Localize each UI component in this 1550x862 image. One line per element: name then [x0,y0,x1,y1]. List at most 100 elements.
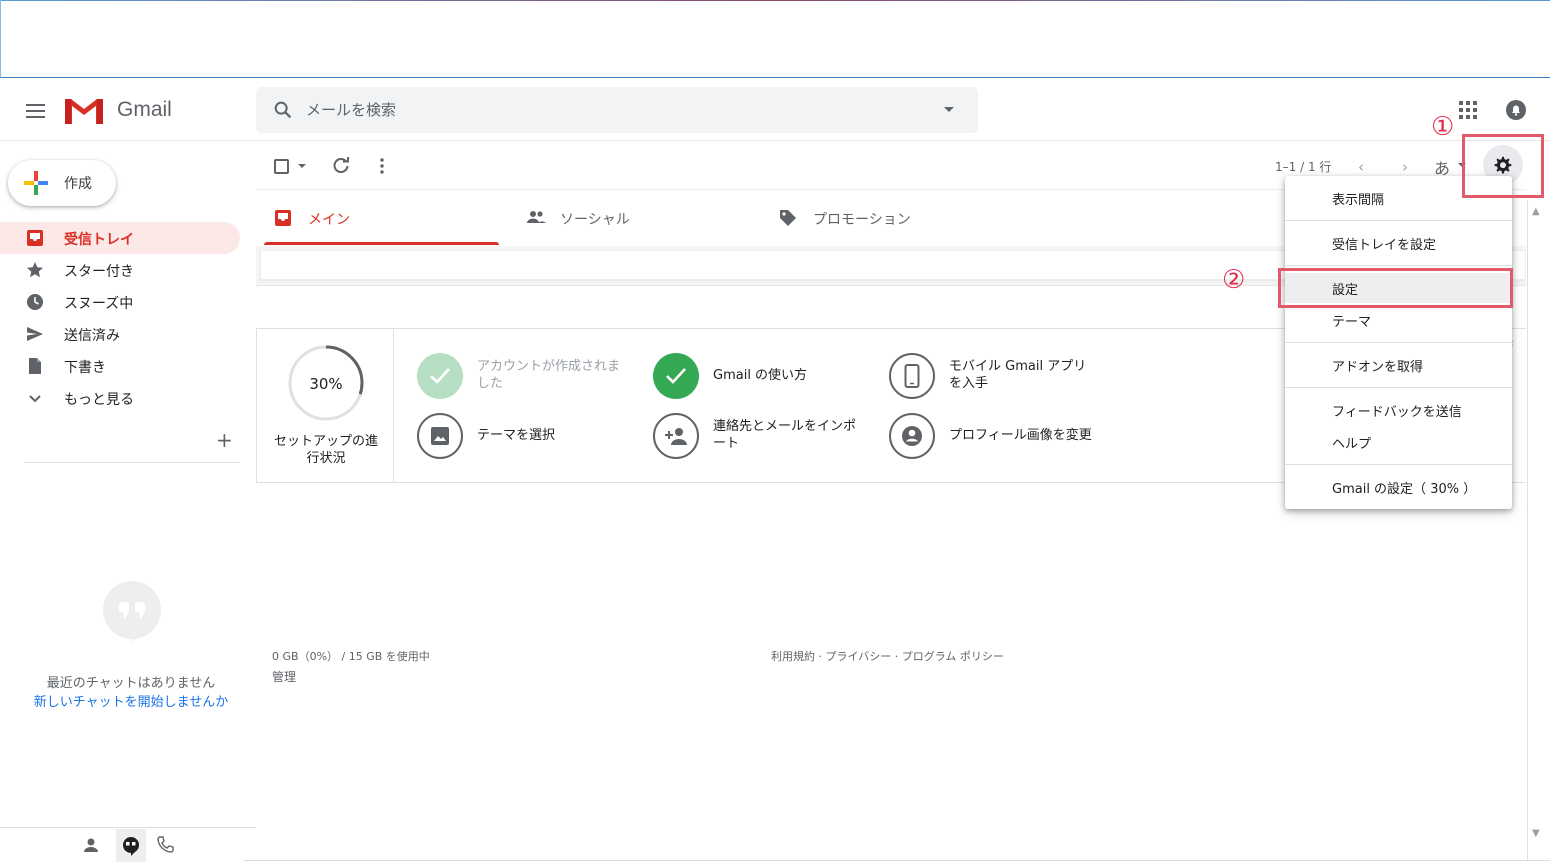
sidebar-item-label: 送信済み [64,328,120,344]
check-icon [653,353,699,399]
sidebar-item-inbox[interactable]: 受信トレイ [0,222,240,254]
image-icon [417,413,463,459]
app-header: Gmail [0,79,1550,141]
compose-button[interactable]: 作成 [8,160,116,206]
annotation-step1-number: ① [1431,112,1455,142]
sidebar-item-label: 受信トレイ [64,232,134,248]
progress-percent: 30% [309,375,343,393]
star-icon [27,262,43,278]
compose-label: 作成 [64,176,92,192]
menu-item-help[interactable]: ヘルプ [1285,427,1512,457]
inbox-icon [275,210,291,226]
sidebar-item-sent[interactable]: 送信済み [0,318,240,350]
menu-item-label: Gmail の設定（ 30% ） [1332,482,1477,497]
menu-item-configure-inbox[interactable]: 受信トレイを設定 [1285,228,1512,258]
menu-item-label: テーマ [1332,315,1372,330]
sidebar-item-label: スター付き [64,264,134,280]
nav-divider [24,462,240,463]
chevron-right-icon[interactable]: › [1402,158,1408,176]
menu-item-gmail-setup[interactable]: Gmail の設定（ 30% ） [1285,472,1512,502]
search-input[interactable] [306,97,906,123]
sidebar-item-label: スヌーズ中 [64,296,134,312]
setup-task-label: モバイル Gmail アプリを入手 [949,359,1087,391]
chat-bottom-bar [0,827,256,862]
menu-divider [1285,342,1512,343]
hangouts-chat-icon [103,581,161,642]
tab-label: ソーシャル [560,212,630,228]
menu-divider [1285,265,1512,266]
menu-item-themes[interactable]: テーマ [1285,305,1512,335]
menu-item-label: フィードバックを送信 [1332,405,1462,420]
sidebar-item-label: 下書き [64,360,106,376]
menu-divider [1285,387,1512,388]
account-circle-icon [889,413,935,459]
active-tab-indicator [264,242,499,245]
search-icon[interactable] [272,99,294,121]
inbox-icon [27,230,43,246]
menu-item-send-feedback[interactable]: フィードバックを送信 [1285,395,1512,425]
people-icon [527,211,546,223]
draft-icon [29,358,41,374]
start-chat-link[interactable]: 新しいチャットを開始しませんか [0,691,262,710]
menu-divider [1285,220,1512,221]
tab-primary[interactable]: メイン [264,190,506,245]
chevron-left-icon[interactable]: ‹ [1358,158,1364,176]
search-options-icon[interactable] [944,107,954,112]
annotation-box-step2 [1278,268,1513,308]
search-bar[interactable] [256,87,978,133]
scroll-down-icon[interactable]: ▼ [1532,828,1540,839]
sidebar-item-more[interactable]: もっと見る [0,382,240,414]
setup-progress-column: 30% セットアップの進行状況 [257,329,394,482]
setup-task-label: テーマを選択 [477,428,556,443]
sidebar-item-drafts[interactable]: 下書き [0,350,240,382]
manage-storage-link[interactable]: 管理 [272,668,296,685]
scroll-up-icon[interactable]: ▲ [1532,206,1540,217]
tab-social[interactable]: ソーシャル [516,190,758,245]
select-options-icon[interactable] [298,164,306,168]
clock-icon [27,294,43,310]
setup-task-label: プロフィール画像を変更 [949,428,1092,443]
window-bottom-edge [244,860,1550,861]
menu-divider [1285,464,1512,465]
compose-plus-icon [24,171,48,195]
tag-icon [780,210,796,226]
chevron-down-icon [29,395,41,403]
settings-menu: 表示間隔 受信トレイを設定 設定 テーマ アドオンを取得 フィードバックを送信 … [1285,176,1512,509]
main-menu-button[interactable] [20,95,52,127]
add-person-icon [653,413,699,459]
menu-item-get-addons[interactable]: アドオンを取得 [1285,350,1512,380]
send-icon [27,327,43,341]
tab-label: メイン [308,212,350,228]
setup-task-label: アカウントが作成されました [477,359,621,391]
terms-links[interactable]: 利用規約 · プライバシー · プログラム ポリシー [771,648,1004,664]
select-all-checkbox[interactable] [274,159,289,174]
setup-task-label: Gmail の使い方 [713,368,808,383]
page-scrollbar[interactable]: ▲ ▼ [1527,200,1545,860]
menu-item-label: アドオンを取得 [1332,360,1424,375]
refresh-icon[interactable] [332,157,350,175]
more-vert-icon[interactable] [379,157,385,175]
notifications-icon[interactable] [1505,99,1527,121]
menu-item-label: 受信トレイを設定 [1332,238,1437,253]
apps-grid-icon[interactable] [1458,100,1478,120]
sidebar-item-starred[interactable]: スター付き [0,254,240,286]
hangouts-icon [123,837,139,856]
chat-empty-text: 最近のチャットはありません [46,676,216,691]
sidebar-item-snoozed[interactable]: スヌーズ中 [0,286,240,318]
add-label-button[interactable]: + [216,428,233,452]
hangouts-tab[interactable] [116,829,146,862]
menu-item-label: 表示間隔 [1332,193,1385,208]
pagination-text: 1–1 / 1 行 [1275,160,1332,174]
sidebar-item-label: もっと見る [64,392,134,408]
tab-promotions[interactable]: プロモーション [769,190,1011,245]
gmail-logo-icon[interactable] [64,95,104,129]
person-icon[interactable] [82,836,100,854]
storage-usage: 0 GB（0%） / 15 GB を使用中 [272,650,430,663]
phone-icon [889,353,935,399]
check-icon [417,353,463,399]
app-title: Gmail [117,98,172,121]
progress-label: セットアップの進行状況 [273,434,378,466]
annotation-step2-number: ② [1222,265,1246,295]
tab-label: プロモーション [813,212,911,228]
phone-call-icon[interactable] [156,836,174,854]
